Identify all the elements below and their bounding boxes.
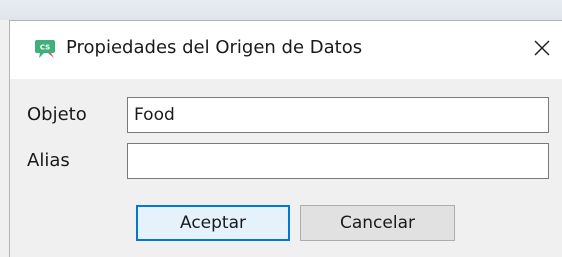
objeto-input[interactable]	[127, 97, 549, 133]
objeto-label: Objeto	[27, 104, 87, 125]
close-button[interactable]	[528, 34, 556, 62]
alias-label: Alias	[27, 150, 70, 171]
cancel-button[interactable]: Cancelar	[300, 205, 455, 241]
dialog-title: Propiedades del Origen de Datos	[66, 37, 363, 58]
accept-button[interactable]: Aceptar	[136, 205, 290, 241]
close-icon	[534, 40, 550, 56]
alias-input[interactable]	[127, 143, 549, 179]
cs-logo-icon: CS	[35, 40, 55, 58]
svg-text:CS: CS	[40, 44, 50, 52]
background-window-strip	[0, 0, 562, 20]
datasource-properties-dialog: CS Propiedades del Origen de Datos Objet…	[9, 20, 562, 257]
dialog-titlebar: CS Propiedades del Origen de Datos	[10, 21, 562, 79]
